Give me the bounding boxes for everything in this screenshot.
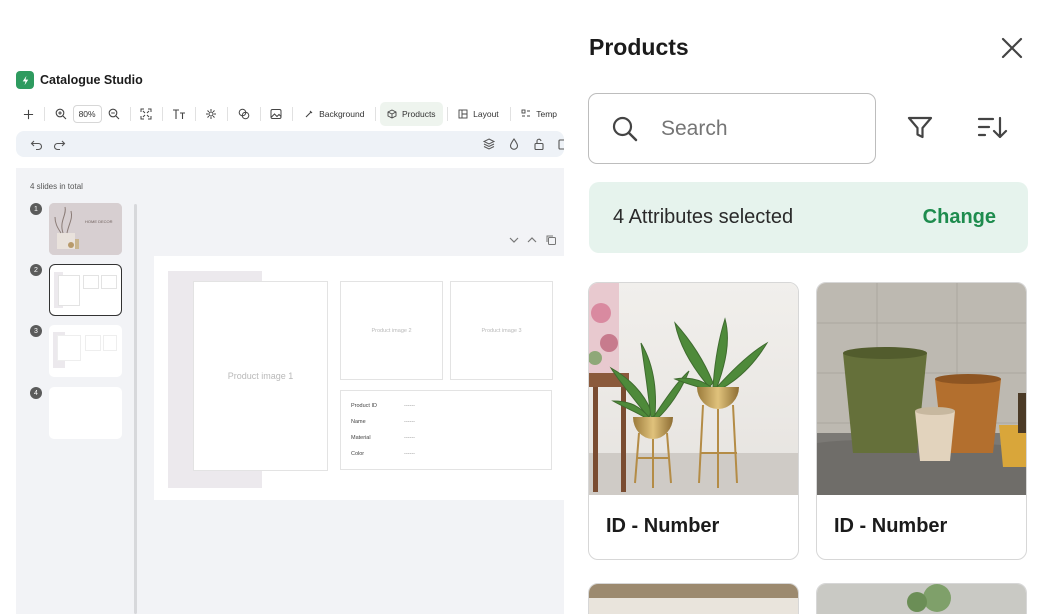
app-title: Catalogue Studio [40, 73, 143, 87]
field-value: ------ [404, 419, 415, 425]
attributes-selected-text: 4 Attributes selected [613, 206, 794, 228]
unlock-icon[interactable] [532, 137, 546, 151]
search-icon [612, 116, 638, 141]
planters-photo [817, 283, 1026, 495]
attributes-bar: 4 Attributes selected Change [589, 182, 1028, 253]
sort-icon [977, 116, 1008, 139]
plant-stand-photo [589, 283, 798, 495]
slide-preview-illustration [49, 203, 122, 255]
image-icon[interactable] [264, 102, 288, 126]
field-value: ------ [404, 451, 415, 457]
product-id-label: ID - Number [606, 515, 720, 537]
sort-button[interactable] [974, 111, 1010, 145]
field-label: Name [351, 419, 366, 425]
product-image [589, 584, 798, 614]
slide-number: 3 [30, 325, 42, 337]
templates-label: Temp [536, 109, 558, 119]
field-label: Product ID [351, 403, 377, 409]
redo-icon[interactable] [52, 137, 66, 151]
product-image-1-placeholder[interactable]: Product image 1 [193, 281, 328, 471]
product-id-label: ID - Number [834, 515, 948, 537]
slide-thumb-2[interactable] [49, 264, 122, 316]
toolbar-divider [129, 107, 131, 121]
slide-number: 1 [30, 203, 42, 215]
background-button[interactable]: Background [297, 102, 371, 126]
brush-icon [305, 110, 313, 118]
app-logo-icon [16, 71, 34, 89]
field-label: Material [351, 435, 371, 441]
product-image-2-placeholder[interactable]: Product image 2 [340, 281, 443, 380]
product-info-box[interactable]: Product ID ------ Name ------ Material -… [340, 390, 552, 470]
filter-icon [907, 116, 933, 139]
product-image [589, 283, 798, 495]
search-box[interactable] [588, 93, 876, 164]
toolbar-divider [292, 107, 294, 121]
layers-icon[interactable] [482, 137, 496, 151]
chevron-up-icon[interactable] [526, 234, 538, 246]
layout-icon [458, 109, 468, 119]
fit-screen-icon[interactable] [134, 102, 158, 126]
zoom-level[interactable]: 80% [72, 105, 102, 123]
toolbar-divider [446, 107, 448, 121]
box-icon [387, 109, 397, 119]
zoom-out-icon[interactable] [102, 102, 126, 126]
templates-button[interactable]: Temp [514, 102, 564, 126]
slide-number: 2 [30, 264, 42, 276]
templates-icon [521, 109, 531, 117]
toolbar-divider [162, 107, 163, 121]
products-button[interactable]: Products [380, 102, 443, 126]
search-input[interactable] [661, 116, 851, 141]
shapes-icon[interactable] [232, 102, 256, 126]
product-image [817, 584, 1026, 614]
zoom-in-icon[interactable] [49, 102, 73, 126]
slide-thumb-3[interactable] [49, 325, 122, 377]
text-icon[interactable] [167, 102, 191, 126]
slide-number: 4 [30, 387, 42, 399]
field-label: Color [351, 451, 365, 457]
change-attributes-button[interactable]: Change [923, 206, 996, 229]
field-value: ------ [404, 435, 415, 441]
panel-title: Products [589, 34, 689, 60]
layout-label: Layout [473, 109, 499, 119]
toolbar-divider [194, 107, 196, 121]
chevron-down-icon[interactable] [508, 234, 520, 246]
slide-thumb-4[interactable] [49, 387, 122, 439]
product-card[interactable] [588, 583, 799, 614]
products-label: Products [402, 109, 436, 119]
product-image-3-placeholder[interactable]: Product image 3 [450, 281, 553, 380]
app-brand: Catalogue Studio [16, 71, 143, 89]
product-card[interactable]: ID - Number [816, 282, 1027, 560]
close-icon [1001, 37, 1023, 59]
field-value: ------ [404, 403, 415, 409]
close-button[interactable] [996, 32, 1028, 64]
secondary-toolbar [16, 131, 568, 157]
elements-icon[interactable] [199, 102, 223, 126]
product-card[interactable]: ID - Number [588, 282, 799, 560]
duplicate-icon[interactable] [545, 234, 557, 246]
toolbar-divider [509, 107, 511, 121]
toolbar-divider [44, 107, 45, 121]
background-label: Background [319, 109, 365, 119]
editor-toolbar: 80% Background Products Layout Temp [16, 101, 564, 127]
layout-button[interactable]: Layout [451, 102, 506, 126]
color-drop-icon[interactable] [507, 137, 521, 151]
undo-icon[interactable] [30, 137, 44, 151]
product-card[interactable] [816, 583, 1027, 614]
toolbar-divider [375, 107, 377, 121]
toolbar-divider [259, 107, 261, 121]
product-image [817, 283, 1026, 495]
slides-count: 4 slides in total [30, 182, 83, 191]
slide-1-title: HOME DECOR [85, 219, 113, 224]
filter-button[interactable] [903, 111, 937, 145]
add-icon[interactable] [16, 102, 40, 126]
toolbar-divider [227, 107, 228, 121]
slides-scrollbar[interactable] [134, 204, 137, 614]
slide-thumb-1[interactable]: HOME DECOR [49, 203, 122, 255]
